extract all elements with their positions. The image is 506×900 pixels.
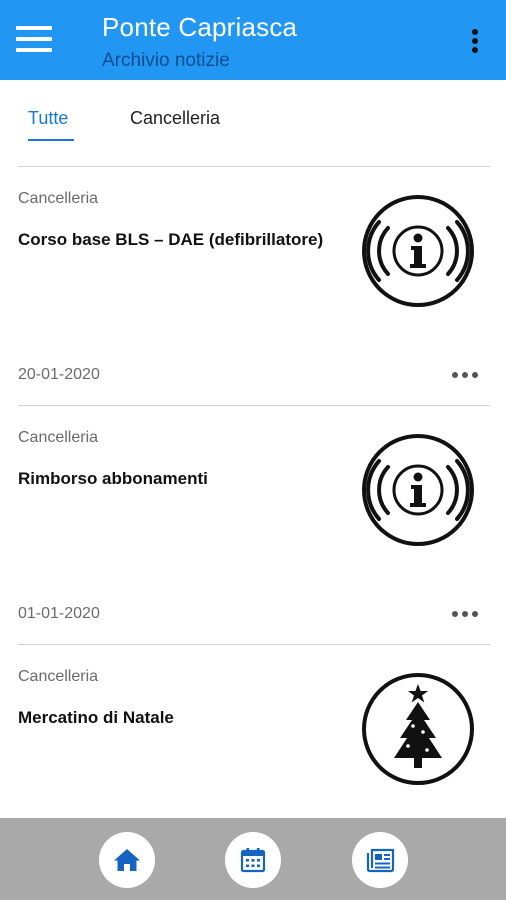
news-category: Cancelleria xyxy=(18,429,99,446)
app-bar: Ponte Capriasca Archivio notizie xyxy=(0,0,506,80)
tab-bar: Tutte Cancelleria xyxy=(18,96,490,144)
divider xyxy=(18,644,490,645)
app-title: Ponte Capriasca xyxy=(102,12,298,42)
info-icon[interactable] xyxy=(361,433,475,547)
news-card[interactable]: Cancelleria Corso base BLS – DAE (defibr… xyxy=(18,190,490,406)
news-title[interactable]: Corso base BLS – DAE (defibrillatore) xyxy=(18,228,338,252)
news-card[interactable]: Cancelleria Mercatino di Natale xyxy=(18,668,490,818)
home-icon xyxy=(114,849,140,871)
calendar-button[interactable] xyxy=(225,832,281,888)
tab-cancelleria[interactable]: Cancelleria xyxy=(130,108,220,129)
christmas-tree-icon[interactable] xyxy=(361,672,475,786)
home-button[interactable] xyxy=(99,832,155,888)
newspaper-icon xyxy=(366,848,395,873)
more-vert-icon[interactable] xyxy=(464,26,486,56)
bottom-nav-bar xyxy=(0,818,506,900)
calendar-icon xyxy=(240,848,266,873)
info-icon[interactable] xyxy=(361,194,475,308)
news-card[interactable]: Cancelleria Rimborso abbonamenti 01-01-2… xyxy=(18,429,490,645)
divider xyxy=(18,166,490,167)
more-horiz-icon[interactable] xyxy=(450,372,480,380)
news-button[interactable] xyxy=(352,832,408,888)
news-date: 20-01-2020 xyxy=(18,366,100,383)
news-title[interactable]: Mercatino di Natale xyxy=(18,706,338,730)
news-date: 01-01-2020 xyxy=(18,605,100,622)
app-subtitle: Archivio notizie xyxy=(102,50,230,71)
tab-tutte[interactable]: Tutte xyxy=(28,108,68,129)
news-category: Cancelleria xyxy=(18,190,99,207)
divider xyxy=(18,405,490,406)
news-title[interactable]: Rimborso abbonamenti xyxy=(18,467,338,491)
news-category: Cancelleria xyxy=(18,668,99,685)
active-tab-indicator xyxy=(28,139,74,141)
more-horiz-icon[interactable] xyxy=(450,611,480,619)
hamburger-menu-icon[interactable] xyxy=(14,24,54,56)
